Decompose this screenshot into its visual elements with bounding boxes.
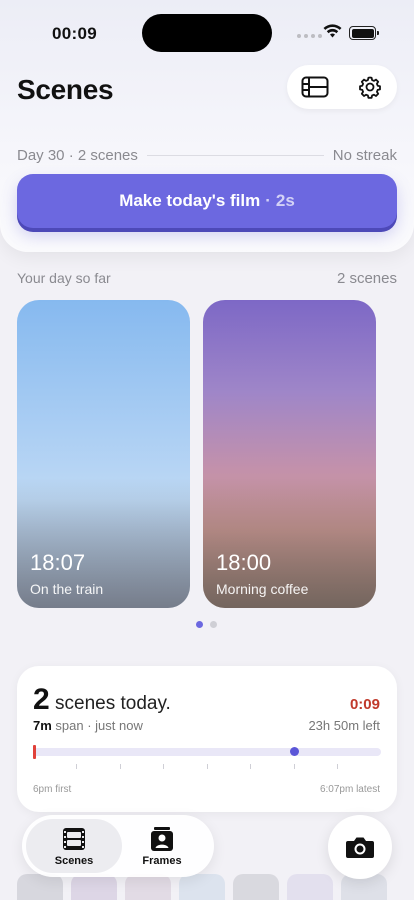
timeline-tick — [207, 764, 208, 769]
latest-scene-marker — [290, 747, 299, 756]
status-bar-overlay: 00:09 — [0, 0, 414, 60]
timeline-tick — [294, 764, 295, 769]
thumbnail[interactable] — [179, 874, 225, 900]
camera-button[interactable] — [328, 815, 392, 879]
timeline-tick — [76, 764, 77, 769]
timeline-tick — [250, 764, 251, 769]
page-title: Scenes — [17, 74, 114, 105]
make-film-duration: 2s — [275, 191, 295, 210]
thumbnail[interactable] — [71, 874, 117, 900]
tab-scenes[interactable]: Scenes — [26, 819, 122, 873]
scene-caption: On the train — [30, 581, 104, 597]
make-film-separator: · — [265, 191, 271, 210]
camera-icon — [346, 837, 374, 858]
timeline-ticks — [33, 764, 381, 772]
tab-frames-label: Frames — [142, 854, 182, 867]
status-time: 00:09 — [52, 24, 97, 43]
timeline-latest-label: 6:07pm latest — [319, 784, 380, 795]
timeline-tick — [120, 764, 121, 769]
settings-button[interactable] — [342, 65, 397, 109]
scene-count-label: scenes today. — [55, 693, 171, 714]
make-film-button[interactable]: Make today's film · 2s — [17, 174, 397, 228]
span-value: 7m — [33, 718, 52, 733]
your-day-header: Your day so far 2 scenes — [17, 270, 397, 287]
header-actions — [287, 65, 397, 109]
tab-scenes-label: Scenes — [54, 854, 94, 867]
tab-frames[interactable]: Frames — [114, 819, 210, 873]
your-day-count: 2 scenes — [336, 270, 397, 287]
film-list-icon — [301, 76, 328, 98]
scene-count: 2 — [33, 683, 50, 716]
film-list-button[interactable] — [287, 65, 342, 109]
page-dot[interactable] — [210, 621, 217, 628]
thumbnail[interactable] — [233, 874, 279, 900]
streak-label: No streak — [332, 146, 397, 164]
day-timeline — [33, 745, 381, 759]
first-scene-marker — [33, 745, 36, 759]
divider — [146, 154, 324, 156]
day-label: Day 30 · 2 scenes — [17, 146, 138, 164]
battery-icon — [349, 26, 379, 40]
summary-card: 2 scenes today. 0:09 7m span · just now … — [17, 666, 397, 812]
timeline-tick — [337, 764, 338, 769]
page-dot-active[interactable] — [196, 621, 203, 628]
thumbnail[interactable] — [17, 874, 63, 900]
film-strip-icon — [63, 827, 85, 850]
portrait-frame-icon — [151, 826, 173, 851]
tab-bar: Scenes Frames — [22, 815, 214, 877]
your-day-heading: Your day so far — [17, 270, 111, 286]
gear-icon — [358, 76, 381, 99]
scene-thumbnails — [17, 874, 387, 900]
signal-icon — [297, 34, 322, 38]
scene-time: 18:07 — [30, 550, 86, 575]
scene-card[interactable]: 18:00 Morning coffee — [203, 300, 376, 608]
thumbnail[interactable] — [125, 874, 171, 900]
span-text: span · just now — [55, 718, 143, 733]
make-film-label: Make today's film — [119, 191, 261, 210]
timeline-first-label: 6pm first — [33, 784, 72, 795]
scene-card[interactable]: 18:07 On the train — [17, 300, 190, 608]
film-duration-timer: 0:09 — [349, 696, 380, 713]
timeline-tick — [163, 764, 164, 769]
span-info: 7m span · just now — [33, 718, 143, 733]
dynamic-island — [142, 14, 272, 52]
day-row: Day 30 · 2 scenes No streak — [17, 145, 397, 165]
page-indicator[interactable] — [196, 621, 217, 628]
thumbnail[interactable] — [287, 874, 333, 900]
time-left: 23h 50m left — [308, 718, 380, 733]
wifi-icon — [323, 24, 342, 38]
scene-caption: Morning coffee — [216, 581, 309, 597]
scene-time: 18:00 — [216, 550, 272, 575]
